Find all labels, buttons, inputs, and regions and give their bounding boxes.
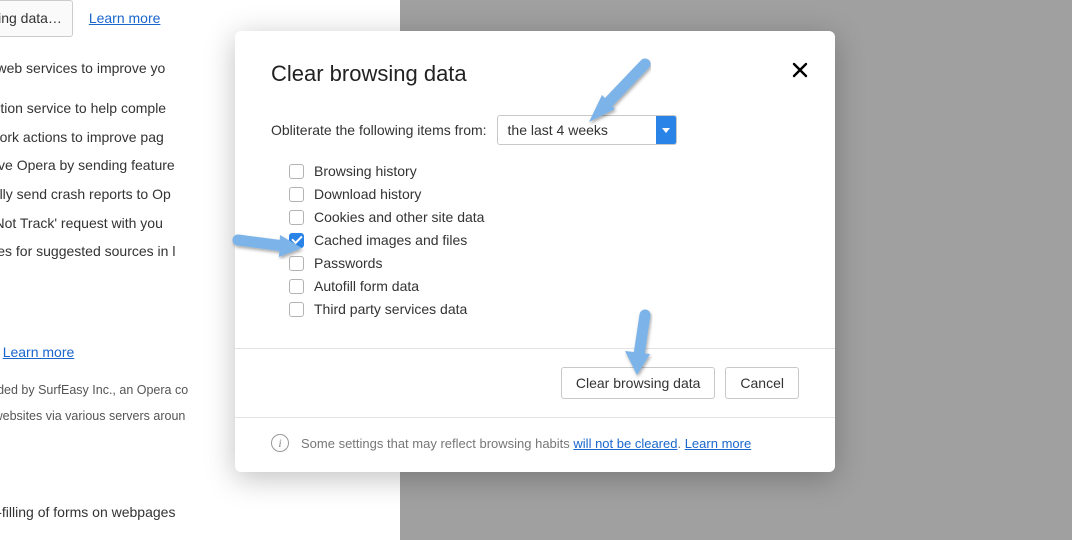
browsing-data-button-cutoff[interactable]: wsing data… (0, 0, 73, 37)
checkbox-icon[interactable] (289, 233, 304, 248)
learn-more-link[interactable]: Learn more (89, 10, 161, 26)
footer-learn-more-link[interactable]: Learn more (685, 436, 751, 451)
info-icon: i (271, 434, 289, 452)
checkbox-icon[interactable] (289, 279, 304, 294)
checkbox-label: Cached images and files (314, 232, 467, 248)
checkbox-label: Passwords (314, 255, 382, 271)
checkbox-row[interactable]: Download history (289, 186, 799, 202)
checkbox-row[interactable]: Third party services data (289, 301, 799, 317)
checkbox-icon[interactable] (289, 210, 304, 225)
footer-text: Some settings that may reflect browsing … (301, 436, 751, 451)
checkbox-label: Browsing history (314, 163, 417, 179)
close-button[interactable] (785, 56, 815, 86)
checkbox-label: Third party services data (314, 301, 467, 317)
checkbox-icon[interactable] (289, 256, 304, 271)
vpn-learn-more-link[interactable]: Learn more (3, 344, 75, 360)
time-range-value: the last 4 weeks (508, 122, 608, 138)
cancel-button[interactable]: Cancel (725, 367, 799, 399)
checkbox-row[interactable]: Browsing history (289, 163, 799, 179)
checkbox-label: Download history (314, 186, 421, 202)
checkbox-row[interactable]: Cookies and other site data (289, 209, 799, 225)
checkbox-label: Autofill form data (314, 278, 419, 294)
chevron-down-icon (656, 116, 676, 144)
checkbox-icon[interactable] (289, 187, 304, 202)
checkbox-row[interactable]: Autofill form data (289, 278, 799, 294)
not-cleared-link[interactable]: will not be cleared (573, 436, 677, 451)
checkbox-icon[interactable] (289, 302, 304, 317)
time-range-select[interactable]: the last 4 weeks (497, 115, 677, 145)
checkbox-icon[interactable] (289, 164, 304, 179)
dialog-title: Clear browsing data (271, 61, 799, 87)
obliterate-label: Obliterate the following items from: (271, 122, 487, 138)
close-icon (792, 62, 808, 81)
checkbox-row[interactable]: Cached images and files (289, 232, 799, 248)
checkbox-row[interactable]: Passwords (289, 255, 799, 271)
bg-text: auto-filling of forms on webpages (0, 499, 380, 526)
clear-browsing-data-dialog: Clear browsing data Obliterate the follo… (235, 31, 835, 472)
checkbox-label: Cookies and other site data (314, 209, 484, 225)
clear-browsing-data-button[interactable]: Clear browsing data (561, 367, 716, 399)
